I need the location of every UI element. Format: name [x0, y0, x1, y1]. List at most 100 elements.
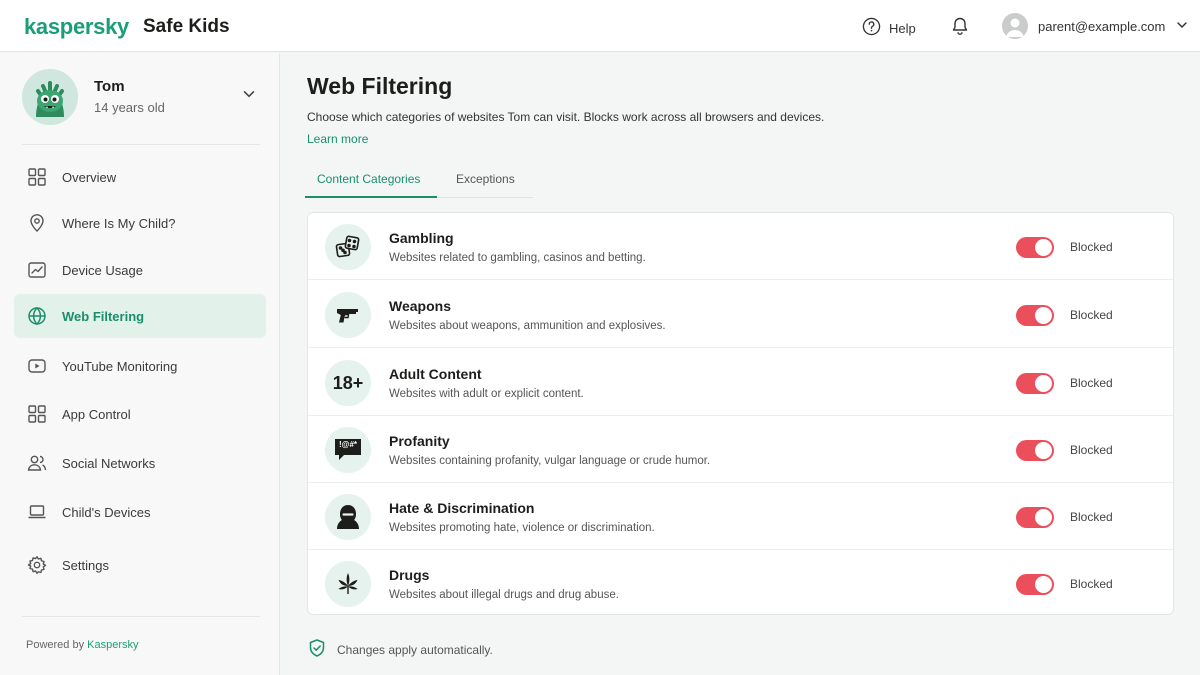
- speech-bubble-icon-text: !@#*: [338, 440, 358, 449]
- apps-grid-icon: [26, 403, 48, 425]
- account-menu[interactable]: parent@example.com: [1002, 13, 1189, 39]
- sidebar: Tom 14 years old Overview Where Is My Ch…: [0, 53, 280, 675]
- category-title: Weapons: [389, 298, 451, 314]
- notifications-button[interactable]: [950, 16, 970, 41]
- status-label: Blocked: [1070, 443, 1113, 457]
- category-description: Websites with adult or explicit content.: [389, 388, 584, 400]
- account-email: parent@example.com: [1038, 18, 1166, 34]
- sidebar-item-app-control[interactable]: App Control: [14, 392, 266, 436]
- status-label: Blocked: [1070, 577, 1113, 591]
- auto-apply-text: Changes apply automatically.: [337, 642, 493, 657]
- sidebar-item-label: Web Filtering: [62, 308, 145, 324]
- product-name: Safe Kids: [143, 16, 230, 37]
- category-title: Drugs: [389, 567, 430, 583]
- sidebar-item-youtube-monitoring[interactable]: YouTube Monitoring: [14, 344, 266, 388]
- category-title: Adult Content: [389, 366, 482, 382]
- sidebar-item-label: Child's Devices: [62, 504, 151, 520]
- powered-by: Powered by Kaspersky: [26, 639, 139, 651]
- category-title: Gambling: [389, 230, 454, 246]
- powered-by-text: Powered by: [26, 639, 85, 651]
- sidebar-item-label: Where Is My Child?: [62, 215, 176, 231]
- category-title: Profanity: [389, 433, 450, 449]
- category-row-gambling: Gambling Websites related to gambling, c…: [308, 213, 1173, 280]
- 18-plus-icon: 18+: [325, 360, 371, 406]
- sidebar-item-settings[interactable]: Settings: [14, 543, 266, 587]
- status-label: Blocked: [1070, 308, 1113, 322]
- category-row-weapons: Weapons Websites about weapons, ammuniti…: [308, 281, 1173, 348]
- learn-more-link[interactable]: Learn more: [307, 132, 368, 146]
- sidebar-item-label: Social Networks: [62, 455, 156, 471]
- category-description: Websites related to gambling, casinos an…: [389, 252, 646, 264]
- gear-icon: [26, 554, 48, 576]
- powered-by-brand-link[interactable]: Kaspersky: [87, 639, 138, 651]
- child-selector[interactable]: Tom 14 years old: [22, 69, 262, 127]
- help-button[interactable]: Help: [862, 17, 916, 39]
- sidebar-item-web-filtering[interactable]: Web Filtering: [14, 294, 266, 338]
- toggle-knob: [1035, 442, 1052, 459]
- category-row-drugs: Drugs Websites about illegal drugs and d…: [308, 550, 1173, 617]
- sidebar-item-label: Settings: [62, 557, 109, 573]
- sidebar-item-label: App Control: [62, 406, 131, 422]
- status-label: Blocked: [1070, 510, 1113, 524]
- divider: [22, 144, 260, 145]
- grid-icon: [26, 166, 48, 188]
- bell-icon: [950, 17, 970, 40]
- laptop-icon: [26, 501, 48, 523]
- chevron-down-icon: [1175, 18, 1189, 35]
- category-description: Websites about weapons, ammunition and e…: [389, 320, 666, 332]
- location-pin-icon: [26, 212, 48, 234]
- toggle-knob: [1035, 509, 1052, 526]
- category-description: Websites promoting hate, violence or dis…: [389, 522, 655, 534]
- speech-bubble-icon: !@#*: [325, 427, 371, 473]
- page-description: Choose which categories of websites Tom …: [307, 110, 825, 124]
- gambling-toggle[interactable]: [1016, 237, 1054, 258]
- top-bar: kaspersky Safe Kids Help parent@example.…: [0, 0, 1200, 52]
- sidebar-item-overview[interactable]: Overview: [14, 155, 266, 199]
- question-circle-icon: [862, 17, 881, 39]
- youtube-icon: [26, 355, 48, 377]
- category-row-hate-discrimination: Hate & Discrimination Websites promoting…: [308, 483, 1173, 550]
- chevron-down-icon[interactable]: [242, 87, 256, 106]
- kaspersky-logo[interactable]: kaspersky: [24, 14, 129, 40]
- divider: [22, 616, 260, 617]
- dice-icon: [325, 224, 371, 270]
- category-row-adult-content: 18+ Adult Content Websites with adult or…: [308, 349, 1173, 416]
- page-title: Web Filtering: [307, 73, 453, 99]
- sidebar-item-device-usage[interactable]: Device Usage: [14, 248, 266, 292]
- sidebar-item-where-is-my-child[interactable]: Where Is My Child?: [14, 201, 266, 245]
- sidebar-item-childs-devices[interactable]: Child's Devices: [14, 490, 266, 534]
- sidebar-item-social-networks[interactable]: Social Networks: [14, 441, 266, 485]
- child-age: 14 years old: [94, 100, 165, 115]
- drugs-toggle[interactable]: [1016, 574, 1054, 595]
- sidebar-item-label: YouTube Monitoring: [62, 358, 178, 374]
- category-description: Websites about illegal drugs and drug ab…: [389, 589, 619, 601]
- users-icon: [26, 452, 48, 474]
- toggle-knob: [1035, 576, 1052, 593]
- hate-discrimination-toggle[interactable]: [1016, 507, 1054, 528]
- toggle-knob: [1035, 375, 1052, 392]
- category-title: Hate & Discrimination: [389, 500, 535, 516]
- status-label: Blocked: [1070, 376, 1113, 390]
- auto-apply-note: Changes apply automatically.: [307, 638, 493, 661]
- category-row-profanity: !@#* Profanity Websites containing profa…: [308, 416, 1173, 483]
- hooded-person-icon: [325, 494, 371, 540]
- sidebar-item-label: Device Usage: [62, 262, 143, 278]
- weapons-toggle[interactable]: [1016, 305, 1054, 326]
- adult-content-toggle[interactable]: [1016, 373, 1054, 394]
- tab-content-categories[interactable]: Content Categories: [317, 172, 420, 186]
- status-label: Blocked: [1070, 240, 1113, 254]
- shield-check-icon: [307, 638, 327, 661]
- 18-plus-icon-text: 18+: [332, 372, 364, 393]
- chart-line-icon: [26, 259, 48, 281]
- child-name: Tom: [94, 78, 125, 95]
- toggle-knob: [1035, 239, 1052, 256]
- categories-list: Gambling Websites related to gambling, c…: [307, 212, 1174, 615]
- help-label: Help: [889, 20, 916, 36]
- active-tab-indicator: [305, 196, 437, 198]
- globe-icon: [26, 305, 48, 327]
- sidebar-item-label: Overview: [62, 169, 117, 185]
- tab-exceptions[interactable]: Exceptions: [456, 172, 515, 186]
- category-description: Websites containing profanity, vulgar la…: [389, 455, 711, 467]
- profanity-toggle[interactable]: [1016, 440, 1054, 461]
- cannabis-leaf-icon: [325, 561, 371, 607]
